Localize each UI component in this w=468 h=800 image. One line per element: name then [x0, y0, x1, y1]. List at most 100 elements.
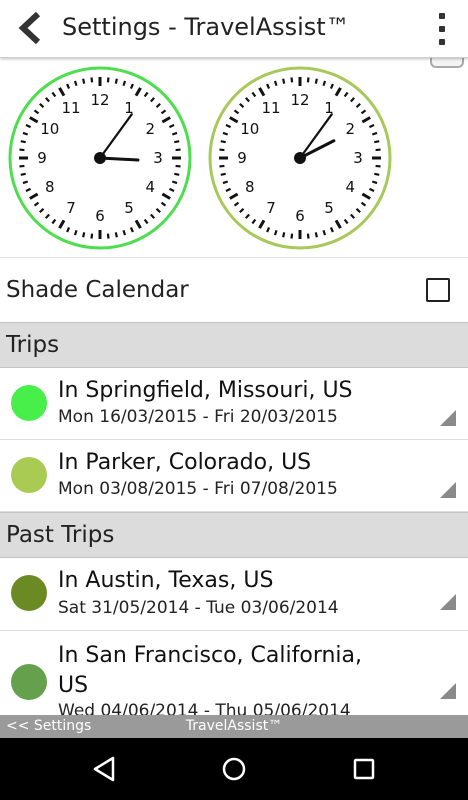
- minute-tick: [73, 80, 78, 87]
- trip-color-dot: [11, 457, 47, 493]
- app-bar: Settings - TravelAssist™: [0, 0, 468, 58]
- minute-tick: [174, 172, 180, 176]
- clock-number: 11: [61, 99, 80, 117]
- nav-back-icon: [93, 756, 115, 782]
- clock-center-pin: [294, 152, 306, 164]
- minute-tick: [220, 140, 226, 144]
- expand-corner-icon: [440, 482, 456, 498]
- minute-tick: [114, 78, 118, 84]
- shade-calendar-row[interactable]: Shade Calendar: [0, 257, 468, 323]
- clock-center-pin: [94, 152, 106, 164]
- nav-recents-icon: [353, 758, 375, 780]
- clock-number: 3: [153, 149, 163, 167]
- back-button[interactable]: [12, 11, 48, 45]
- past-trip-item[interactable]: In Austin, Texas, US Sat 31/05/2014 - Tu…: [0, 558, 468, 631]
- shade-calendar-label: Shade Calendar: [6, 277, 189, 303]
- trip-title: In Parker, Colorado, US: [58, 450, 312, 475]
- clock-number: 6: [95, 207, 105, 225]
- minute-tick: [273, 229, 278, 236]
- minute-tick: [219, 164, 225, 168]
- minute-tick: [322, 80, 327, 87]
- clock-number: 4: [145, 178, 155, 196]
- minute-tick: [20, 140, 26, 144]
- past-trips-section-header: Past Trips: [0, 512, 468, 558]
- home-time-clock: 12 1 2 3 4 5 6 7 8 9 10 11: [7, 65, 193, 251]
- clock-number: 11: [261, 99, 280, 117]
- trip-item[interactable]: In Parker, Colorado, US Mon 03/08/2015 -…: [0, 440, 468, 512]
- minute-tick: [282, 78, 286, 84]
- minute-tick: [374, 172, 380, 176]
- minute-tick: [19, 148, 25, 152]
- trip-dates: Mon 03/08/2015 - Fri 07/08/2015: [58, 479, 338, 499]
- minute-tick: [114, 232, 118, 238]
- nav-home-icon: [222, 757, 246, 781]
- clock-number: 3: [353, 149, 363, 167]
- minute-tick: [175, 148, 181, 152]
- nav-home-button[interactable]: [216, 751, 252, 787]
- expand-corner-icon: [440, 594, 456, 610]
- minute-tick: [375, 148, 381, 152]
- trip-dates: Wed 04/06/2014 - Thu 05/06/2014: [58, 701, 351, 715]
- clock-number: 9: [37, 149, 47, 167]
- trips-header-label: Trips: [6, 332, 60, 358]
- clock-number: 8: [45, 178, 55, 196]
- minute-tick: [106, 77, 110, 83]
- more-vert-icon-dot: [439, 39, 445, 45]
- clock-number: 5: [124, 199, 134, 217]
- minute-tick: [290, 77, 294, 83]
- clock-number: 10: [40, 120, 59, 138]
- trip-color-dot: [11, 575, 47, 611]
- page-title: Settings - TravelAssist™: [62, 13, 350, 41]
- minute-tick: [314, 78, 318, 84]
- trip-dates: Mon 16/03/2015 - Fri 20/03/2015: [58, 407, 338, 427]
- clock-number: 8: [245, 178, 255, 196]
- clock-number: 12: [290, 91, 309, 109]
- minute-tick: [371, 180, 378, 185]
- system-navigation-bar: [0, 738, 468, 800]
- trip-title: In San Francisco, California, US: [58, 643, 363, 698]
- minute-tick: [374, 140, 380, 144]
- minute-tick: [174, 140, 180, 144]
- nav-back-button[interactable]: [86, 751, 122, 787]
- minute-tick: [171, 180, 178, 185]
- minute-tick: [375, 164, 381, 168]
- clock-number: 9: [237, 149, 247, 167]
- minute-tick: [220, 172, 226, 176]
- clock-number: 10: [240, 120, 259, 138]
- settings-content[interactable]: 12 1 2 3 4 5 6 7 8 9 10 11 12 1 2 3 4 5 6 7 8 9 10 11 Shade Ca…: [0, 58, 468, 715]
- clock-face: 12 1234567891011: [8, 66, 192, 250]
- minute-tick: [90, 233, 94, 239]
- more-options-button[interactable]: [430, 13, 454, 45]
- minute-tick: [273, 80, 278, 87]
- back-arrow-icon: [18, 11, 41, 45]
- destination-time-clock: 12 1 2 3 4 5 6 7 8 9 10 11: [207, 65, 393, 251]
- app-status-bar: TravelAssist™ << Settings: [0, 715, 468, 738]
- trip-color-dot: [11, 385, 47, 421]
- minute-tick: [306, 77, 310, 83]
- trip-title: In Austin, Texas, US: [58, 568, 274, 593]
- clock-number: 2: [345, 120, 355, 138]
- minute-tick: [122, 229, 127, 236]
- nav-recents-button[interactable]: [346, 751, 382, 787]
- trip-item[interactable]: In Springfield, Missouri, US Mon 16/03/2…: [0, 368, 468, 440]
- settings-back-link[interactable]: << Settings: [6, 715, 91, 738]
- minute-tick: [19, 164, 25, 168]
- minute-tick: [22, 180, 29, 185]
- minute-tick: [82, 78, 86, 84]
- minute-tick: [90, 77, 94, 83]
- trips-section-header: Trips: [0, 322, 468, 368]
- shade-calendar-checkbox[interactable]: [426, 278, 450, 302]
- past-trips-header-label: Past Trips: [6, 522, 115, 548]
- more-vert-icon: [439, 13, 445, 19]
- clocks-panel: 12 1 2 3 4 5 6 7 8 9 10 11 12 1 2 3 4 5 6 7 8 9 10 11: [0, 58, 468, 256]
- clock-number: 5: [324, 199, 334, 217]
- minute-tick: [73, 229, 78, 236]
- expand-corner-icon: [440, 683, 456, 699]
- minute-tick: [222, 131, 229, 136]
- past-trip-item[interactable]: In San Francisco, California, US Wed 04/…: [0, 631, 468, 715]
- clock-number: 7: [266, 199, 276, 217]
- minute-tick: [314, 232, 318, 238]
- clock-number: 12: [90, 91, 109, 109]
- clock-number: 2: [145, 120, 155, 138]
- minute-tick: [290, 233, 294, 239]
